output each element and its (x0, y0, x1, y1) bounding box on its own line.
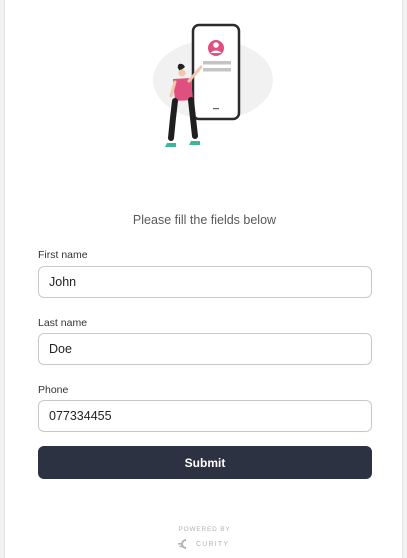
powered-by-label: POWERED BY (178, 526, 231, 533)
phone-label: Phone (38, 384, 69, 396)
curity-brand: CURITY (177, 537, 229, 551)
curity-logo-icon (178, 539, 187, 549)
first-name-input[interactable] (38, 266, 372, 298)
form-instructions: Please fill the fields below (132, 213, 277, 227)
submit-button[interactable]: Submit (38, 446, 372, 479)
person-with-phone-illustration (153, 23, 273, 147)
last-name-label: Last name (38, 317, 88, 329)
last-name-input[interactable] (38, 333, 372, 365)
phone-input[interactable] (38, 400, 372, 432)
first-name-label: First name (38, 249, 88, 261)
login-card: Please fill the fields below First name … (4, 0, 403, 558)
curity-brand-name: CURITY (196, 540, 230, 548)
